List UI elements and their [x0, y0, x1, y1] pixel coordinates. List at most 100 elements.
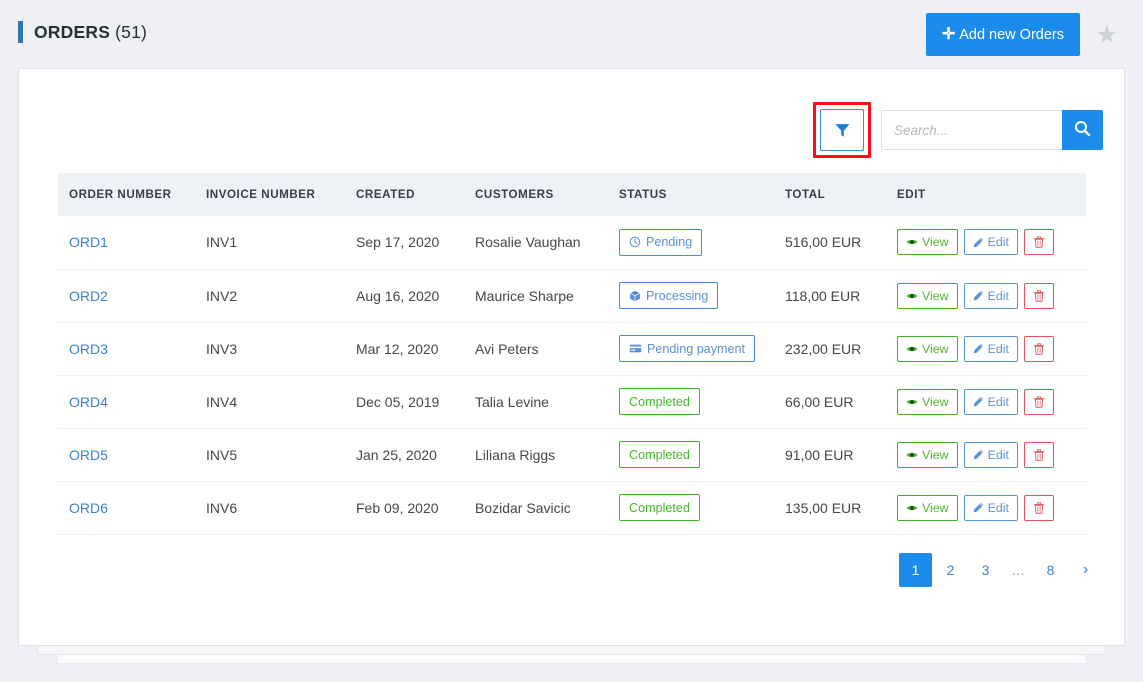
eye-icon — [906, 396, 918, 408]
row-actions: View Edit — [897, 229, 1086, 256]
eye-icon — [906, 236, 918, 248]
cell-order-number: ORD2 — [58, 269, 206, 323]
status-badge[interactable]: Pending payment — [619, 335, 756, 362]
column-header-invoice-number[interactable]: INVOICE NUMBER — [206, 173, 356, 216]
view-button[interactable]: View — [897, 388, 958, 415]
cell-created: Mar 12, 2020 — [356, 322, 475, 376]
cell-actions: View Edit — [897, 375, 1086, 429]
row-actions: View Edit — [897, 282, 1086, 309]
search-button[interactable] — [1062, 110, 1103, 150]
edit-button[interactable]: Edit — [963, 494, 1018, 521]
column-header-customers[interactable]: CUSTOMERS — [475, 173, 619, 216]
order-number-link[interactable]: ORD1 — [69, 234, 108, 250]
cell-order-number: ORD3 — [58, 322, 206, 376]
column-header-total[interactable]: TOTAL — [785, 173, 897, 216]
order-number-link[interactable]: ORD6 — [69, 500, 108, 516]
cell-invoice-number: INV2 — [206, 269, 356, 323]
row-actions: View Edit — [897, 388, 1086, 415]
pagination-page-1[interactable]: 1 — [899, 553, 932, 587]
status-badge[interactable]: Completed — [619, 441, 700, 468]
table-body: ORD1 INV1 Sep 17, 2020 Rosalie Vaughan Pendi… — [58, 216, 1086, 535]
pagination-page-2[interactable]: 2 — [934, 553, 967, 587]
status-badge[interactable]: Completed — [619, 494, 700, 521]
edit-button[interactable]: Edit — [963, 335, 1018, 362]
delete-button[interactable] — [1024, 282, 1054, 309]
search-input[interactable] — [881, 110, 1062, 150]
cell-created: Sep 17, 2020 — [356, 216, 475, 270]
delete-button[interactable] — [1024, 494, 1054, 521]
cell-total: 135,00 EUR — [785, 481, 897, 535]
table-row: ORD1 INV1 Sep 17, 2020 Rosalie Vaughan Pendi… — [58, 216, 1086, 270]
order-number-link[interactable]: ORD3 — [69, 341, 108, 357]
edit-button[interactable]: Edit — [963, 282, 1018, 309]
order-number-link[interactable]: ORD4 — [69, 394, 108, 410]
column-header-created[interactable]: CREATED — [356, 173, 475, 216]
pagination-page-8[interactable]: 8 — [1034, 553, 1067, 587]
pagination-next-button[interactable]: › — [1069, 553, 1102, 587]
status-badge[interactable]: Processing — [619, 282, 719, 309]
page-header: ORDERS (51) ✛ Add new Orders ★ — [0, 0, 1143, 68]
cell-invoice-number: INV1 — [206, 216, 356, 270]
pagination: 1 2 3 … 8 › — [897, 553, 1102, 587]
eye-icon — [906, 449, 918, 461]
filter-button[interactable] — [820, 109, 864, 151]
edit-button[interactable]: Edit — [963, 388, 1018, 415]
cell-status: Processing — [619, 269, 785, 323]
cell-actions: View Edit — [897, 216, 1086, 270]
cell-actions: View Edit — [897, 481, 1086, 535]
status-badge[interactable]: Completed — [619, 388, 700, 415]
column-header-status[interactable]: STATUS — [619, 173, 785, 216]
search-icon — [1074, 120, 1091, 140]
table-toolbar — [813, 102, 1103, 158]
cell-status: Completed — [619, 428, 785, 482]
view-button[interactable]: View — [897, 441, 958, 468]
trash-icon — [1033, 236, 1045, 248]
cell-total: 118,00 EUR — [785, 269, 897, 323]
edit-button-label: Edit — [987, 235, 1009, 250]
status-badge[interactable]: Pending — [619, 228, 703, 256]
eye-icon — [906, 343, 918, 355]
view-button-label: View — [922, 288, 949, 303]
column-header-order-number[interactable]: ORDER NUMBER — [58, 173, 206, 216]
add-new-orders-button[interactable]: ✛ Add new Orders — [925, 13, 1080, 56]
status-badge-label: Completed — [629, 394, 690, 409]
title-accent-bar — [18, 21, 23, 43]
delete-button[interactable] — [1024, 335, 1054, 362]
cell-created: Dec 05, 2019 — [356, 375, 475, 429]
box-icon — [629, 290, 641, 302]
view-button[interactable]: View — [897, 282, 958, 309]
cell-invoice-number: INV4 — [206, 375, 356, 429]
cell-total: 91,00 EUR — [785, 428, 897, 482]
cell-customer: Talia Levine — [475, 375, 619, 429]
pencil-icon — [973, 290, 984, 301]
delete-button[interactable] — [1024, 388, 1054, 415]
order-number-link[interactable]: ORD5 — [69, 447, 108, 463]
view-button-label: View — [922, 341, 949, 356]
cell-created: Feb 09, 2020 — [356, 481, 475, 535]
pagination-page-3[interactable]: 3 — [969, 553, 1002, 587]
status-badge-label: Pending payment — [647, 341, 746, 356]
star-icon[interactable]: ★ — [1095, 23, 1119, 48]
edit-button[interactable]: Edit — [963, 441, 1018, 468]
edit-button-label: Edit — [987, 288, 1009, 303]
pencil-icon — [973, 237, 984, 248]
view-button-label: View — [922, 394, 949, 409]
cell-total: 66,00 EUR — [785, 375, 897, 429]
orders-table-wrap: ORDER NUMBER INVOICE NUMBER CREATED CUST… — [58, 173, 1086, 535]
view-button-label: View — [922, 235, 949, 250]
cell-actions: View Edit — [897, 269, 1086, 323]
order-number-link[interactable]: ORD2 — [69, 288, 108, 304]
filter-icon — [835, 123, 850, 138]
view-button[interactable]: View — [897, 229, 958, 256]
cell-created: Aug 16, 2020 — [356, 269, 475, 323]
view-button[interactable]: View — [897, 494, 958, 521]
edit-button[interactable]: Edit — [963, 229, 1018, 256]
view-button[interactable]: View — [897, 335, 958, 362]
orders-table: ORDER NUMBER INVOICE NUMBER CREATED CUST… — [58, 173, 1086, 535]
view-button-label: View — [922, 447, 949, 462]
column-header-edit[interactable]: EDIT — [897, 173, 1086, 216]
delete-button[interactable] — [1024, 441, 1054, 468]
delete-button[interactable] — [1024, 229, 1054, 256]
cell-customer: Bozidar Savicic — [475, 481, 619, 535]
table-row: ORD6 INV6 Feb 09, 2020 Bozidar Savicic Compl… — [58, 481, 1086, 535]
